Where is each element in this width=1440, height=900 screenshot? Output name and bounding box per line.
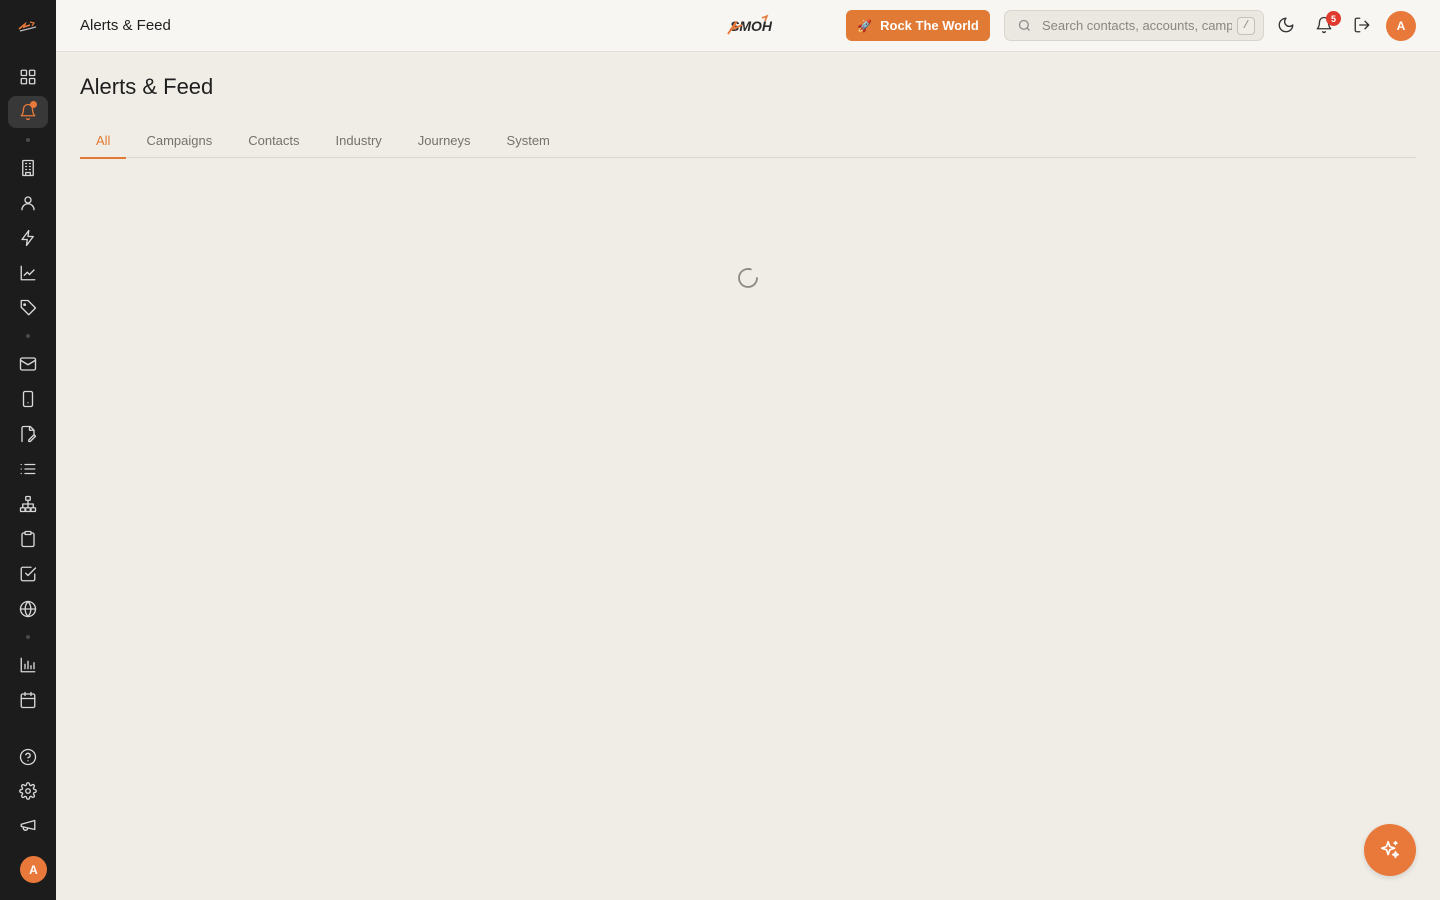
sidebar-item-reports[interactable]	[8, 649, 48, 681]
sidebar-item-email[interactable]	[8, 348, 48, 380]
bar-chart-icon	[20, 657, 36, 673]
sidebar-item-web[interactable]	[8, 593, 48, 625]
logout-icon	[1354, 17, 1370, 33]
tab-system[interactable]: System	[491, 122, 566, 158]
list-icon	[20, 463, 36, 475]
user-avatar[interactable]: A	[1386, 11, 1416, 41]
sidebar-item-forms[interactable]	[8, 418, 48, 450]
sidebar-item-announcements[interactable]	[8, 809, 48, 841]
sidebar-item-accounts[interactable]	[8, 152, 48, 184]
header-title: Alerts & Feed	[80, 17, 171, 34]
tab-campaigns[interactable]: Campaigns	[130, 122, 228, 158]
top-header: Alerts & Feed SMOH 🚀 Rock The World / 5 …	[56, 0, 1440, 52]
feed-tabs: All Campaigns Contacts Industry Journeys…	[80, 122, 1416, 159]
dark-mode-toggle[interactable]	[1275, 14, 1297, 36]
rocket-icon: 🚀	[857, 18, 873, 33]
ai-assistant-button[interactable]	[1364, 824, 1416, 876]
rock-the-world-label: Rock The World	[880, 18, 979, 33]
page-title: Alerts & Feed	[80, 74, 214, 99]
search-input[interactable]	[1042, 18, 1232, 33]
notification-count-badge: 5	[1326, 11, 1341, 26]
sidebar-item-dashboard[interactable]	[8, 61, 48, 93]
logout-button[interactable]	[1351, 14, 1373, 36]
search-icon	[1018, 19, 1030, 31]
sidebar-item-help[interactable]	[8, 741, 48, 773]
clipboard-icon	[21, 530, 35, 548]
phone-icon	[22, 390, 34, 408]
sidebar-item-analytics[interactable]	[8, 257, 48, 289]
tag-icon	[20, 299, 37, 316]
sidebar-item-contacts[interactable]	[8, 187, 48, 219]
tab-industry[interactable]: Industry	[320, 122, 398, 158]
megaphone-icon	[20, 819, 36, 831]
global-search[interactable]: /	[1004, 10, 1264, 41]
sidebar-item-automations[interactable]	[8, 222, 48, 254]
sidebar-item-alerts[interactable]	[8, 96, 48, 128]
alert-dot-badge	[30, 101, 37, 108]
tab-contacts[interactable]: Contacts	[232, 122, 315, 158]
brand-logo[interactable]: SMOH	[726, 13, 772, 37]
sparkles-icon	[1380, 840, 1400, 859]
sidebar-item-mobile[interactable]	[8, 383, 48, 415]
org-chart-icon	[19, 495, 37, 513]
checkbox-icon	[20, 566, 37, 582]
sidebar-item-tags[interactable]	[8, 292, 48, 324]
sidebar-separator	[26, 334, 30, 338]
notifications-button[interactable]: 5	[1313, 11, 1341, 36]
loading-spinner	[738, 268, 758, 288]
sidebar-avatar[interactable]: A	[20, 856, 47, 883]
sidebar-item-settings[interactable]	[8, 775, 48, 807]
calendar-icon	[20, 691, 36, 709]
moon-icon	[1278, 17, 1294, 33]
gear-icon	[19, 782, 37, 800]
grid-icon	[20, 69, 36, 85]
sidebar-item-hierarchy[interactable]	[8, 488, 48, 520]
sidebar-separator	[26, 138, 30, 142]
sidebar-separator	[26, 635, 30, 639]
search-shortcut-key: /	[1237, 16, 1255, 35]
sidebar-item-clipboard[interactable]	[8, 523, 48, 555]
tab-all[interactable]: All	[80, 122, 127, 159]
building-icon	[22, 159, 34, 177]
brand-logo-small[interactable]	[16, 16, 40, 36]
rock-the-world-button[interactable]: 🚀 Rock The World	[846, 10, 990, 41]
trend-chart-icon	[20, 265, 36, 281]
sidebar-item-calendar[interactable]	[8, 684, 48, 716]
sidebar-item-tasks[interactable]	[8, 558, 48, 590]
help-icon	[19, 748, 37, 766]
mail-icon	[19, 357, 37, 371]
edit-file-icon	[21, 425, 37, 443]
user-icon	[21, 196, 35, 211]
globe-icon	[19, 600, 37, 618]
tab-journeys[interactable]: Journeys	[402, 122, 487, 158]
bolt-icon	[21, 229, 34, 247]
sidebar-item-lists[interactable]	[8, 453, 48, 485]
sidebar: A	[0, 0, 56, 900]
